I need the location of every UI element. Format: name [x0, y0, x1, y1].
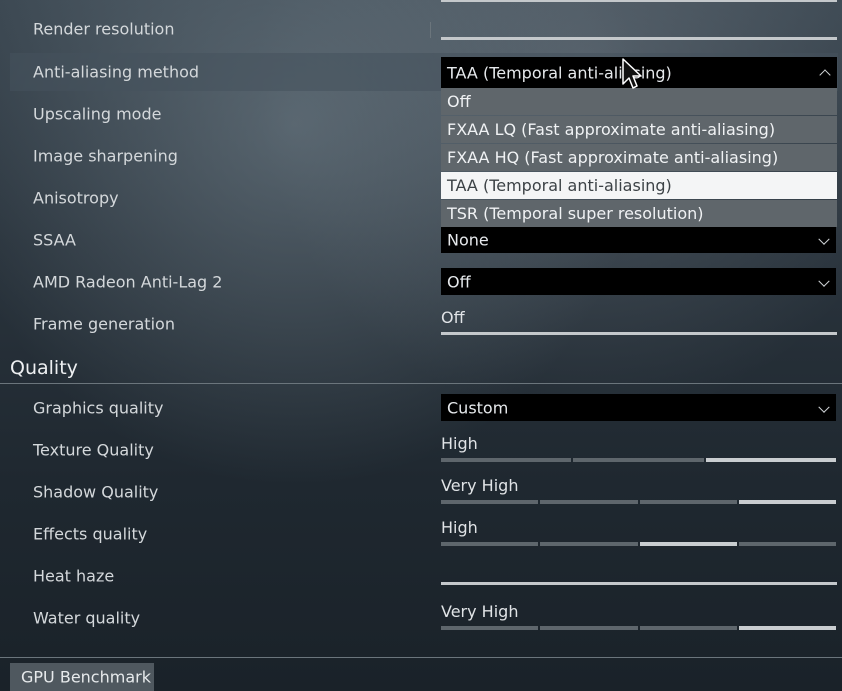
chevron-up-icon: [819, 68, 831, 81]
anisotropy-label: Anisotropy: [33, 188, 119, 208]
section-divider: [0, 383, 842, 384]
amd-anti-lag-label: AMD Radeon Anti-Lag 2: [33, 272, 223, 292]
upscaling-mode-label: Upscaling mode: [33, 104, 162, 124]
chevron-down-icon: [818, 275, 830, 287]
mouse-cursor-icon: [622, 58, 642, 89]
water-quality-label: Water quality: [33, 608, 141, 628]
texture-quality-value: High: [441, 434, 478, 453]
shadow-quality-label: Shadow Quality: [33, 482, 159, 502]
row-render-resolution: Render resolution: [10, 10, 838, 48]
amd-anti-lag-value: Off: [447, 272, 471, 291]
column-divider: [430, 22, 431, 38]
slider-segment: [639, 542, 737, 546]
water-quality-value: Very High: [441, 602, 519, 621]
footer-divider: [0, 657, 842, 658]
ssaa-dropdown[interactable]: None: [441, 226, 836, 253]
effects-quality-slider[interactable]: [441, 542, 836, 546]
render-resolution-top-edge: [441, 0, 837, 2]
row-water-quality: Water quality: [10, 599, 838, 637]
slider-segment: [639, 500, 737, 504]
gpu-benchmark-label: GPU Benchmark: [21, 667, 151, 687]
anti-aliasing-label: Anti-aliasing method: [33, 62, 200, 82]
graphics-quality-label: Graphics quality: [33, 398, 164, 418]
row-texture-quality: Texture Quality: [10, 431, 838, 469]
row-frame-generation: Frame generation: [10, 305, 838, 343]
slider-segment: [738, 500, 836, 504]
slider-segment: [738, 542, 836, 546]
row-effects-quality: Effects quality: [10, 515, 838, 553]
slider-segment: [441, 542, 539, 546]
frame-generation-value: Off: [441, 308, 465, 327]
chevron-down-icon: [818, 233, 830, 245]
heat-haze-slider[interactable]: [441, 582, 837, 585]
effects-quality-label: Effects quality: [33, 524, 148, 544]
frame-generation-label: Frame generation: [33, 314, 175, 334]
effects-quality-value: High: [441, 518, 478, 537]
slider-segment: [540, 542, 638, 546]
shadow-quality-slider[interactable]: [441, 500, 836, 504]
render-resolution-slider[interactable]: [441, 37, 837, 40]
aa-option-fxaa-lq[interactable]: FXAA LQ (Fast approximate anti-aliasing): [441, 116, 837, 143]
render-resolution-label: Render resolution: [33, 19, 175, 39]
section-title-quality: Quality: [10, 357, 78, 379]
texture-quality-label: Texture Quality: [33, 440, 154, 460]
slider-segment: [639, 626, 737, 630]
slider-segment: [540, 500, 638, 504]
gpu-benchmark-button[interactable]: GPU Benchmark: [10, 663, 154, 691]
slider-segment: [738, 626, 836, 630]
texture-quality-slider[interactable]: [441, 458, 836, 462]
slider-segment: [441, 500, 539, 504]
graphics-quality-dropdown[interactable]: Custom: [441, 394, 836, 421]
row-heat-haze: Heat haze: [10, 557, 838, 595]
anti-aliasing-options-list: Off FXAA LQ (Fast approximate anti-alias…: [441, 88, 837, 228]
heat-haze-label: Heat haze: [33, 566, 115, 586]
image-sharpening-label: Image sharpening: [33, 146, 178, 166]
ssaa-value: None: [447, 230, 489, 249]
slider-segment: [540, 626, 638, 630]
ssaa-label: SSAA: [33, 230, 76, 250]
graphics-quality-value: Custom: [447, 398, 509, 417]
aa-option-off[interactable]: Off: [441, 88, 837, 115]
shadow-quality-value: Very High: [441, 476, 519, 495]
slider-segment: [705, 458, 836, 462]
slider-segment: [441, 626, 539, 630]
frame-generation-slider[interactable]: [441, 332, 837, 335]
amd-anti-lag-dropdown[interactable]: Off: [441, 268, 836, 295]
aa-option-taa[interactable]: TAA (Temporal anti-aliasing): [441, 172, 837, 199]
slider-segment: [573, 458, 704, 462]
slider-segment: [441, 458, 572, 462]
chevron-down-icon: [818, 401, 830, 413]
row-shadow-quality: Shadow Quality: [10, 473, 838, 511]
water-quality-slider[interactable]: [441, 626, 836, 630]
aa-option-fxaa-hq[interactable]: FXAA HQ (Fast approximate anti-aliasing): [441, 144, 837, 171]
aa-option-tsr[interactable]: TSR (Temporal super resolution): [441, 200, 837, 227]
